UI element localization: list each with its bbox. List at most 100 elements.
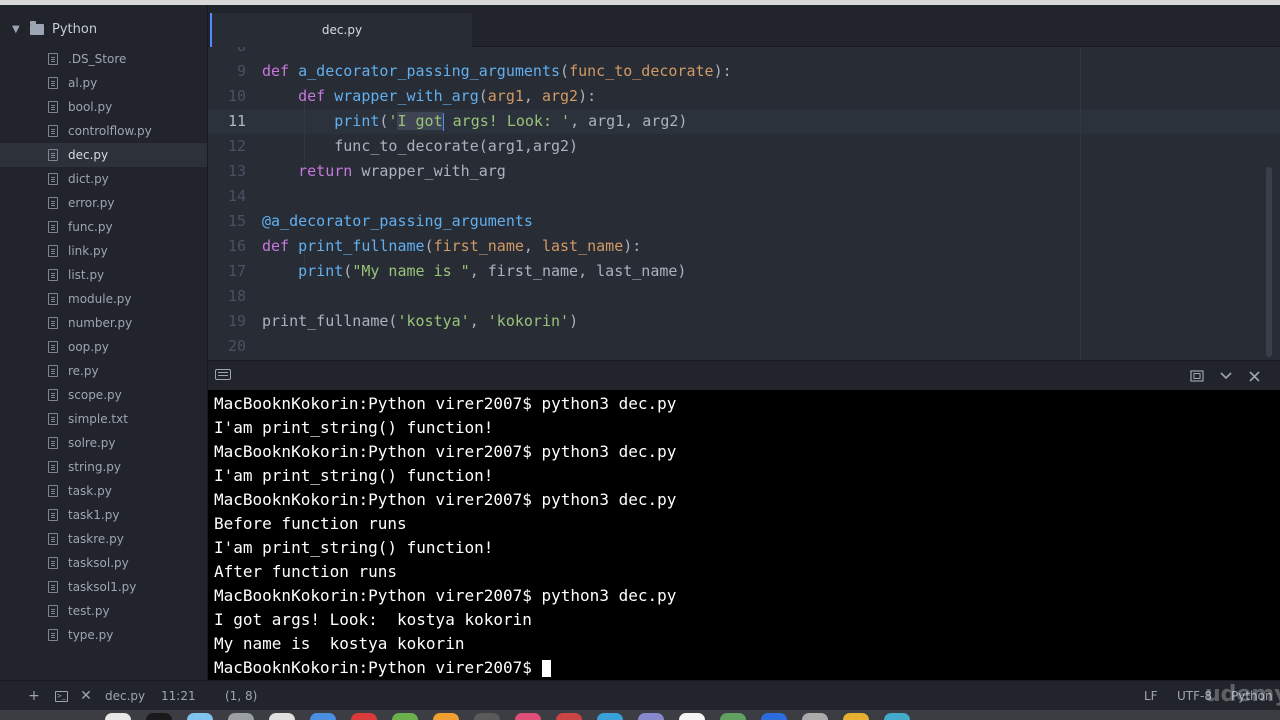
sidebar-file-item[interactable]: controlflow.py (0, 119, 207, 143)
sidebar-file-label: oop.py (68, 340, 109, 354)
terminal-line-text: MacBooknKokorin:Python virer2007$ python… (214, 394, 677, 413)
line-number: 18 (227, 287, 246, 305)
sidebar-file-item[interactable]: dict.py (0, 167, 207, 191)
tab-bar: dec.py (208, 5, 1280, 47)
file-icon (48, 581, 58, 593)
keyboard-icon[interactable] (215, 369, 231, 380)
file-icon (48, 317, 58, 329)
sidebar-file-item[interactable]: simple.txt (0, 407, 207, 431)
sidebar-file-item[interactable]: solre.py (0, 431, 207, 455)
sidebar-file-item[interactable]: task.py (0, 479, 207, 503)
sidebar-file-item[interactable]: taskre.py (0, 527, 207, 551)
dock-app-icon[interactable] (228, 713, 254, 720)
sidebar-file-label: number.py (68, 316, 133, 330)
dock-app-icon[interactable] (720, 713, 746, 720)
sidebar-file-item[interactable]: tasksol.py (0, 551, 207, 575)
tab-title: dec.py (321, 23, 363, 37)
dock-app-icon[interactable] (187, 713, 213, 720)
file-icon (48, 293, 58, 305)
dock-app-icon[interactable] (146, 713, 172, 720)
close-icon[interactable] (1245, 367, 1263, 385)
dock-app-icon[interactable] (105, 713, 131, 720)
editor-scrollbar[interactable] (1266, 167, 1272, 357)
terminal-line: MacBooknKokorin:Python virer2007$ python… (214, 392, 1280, 416)
sidebar-file-label: error.py (68, 196, 115, 210)
code-line-11: print('I got args! Look: ', arg1, arg2) (334, 112, 688, 131)
dock-app-icon[interactable] (310, 713, 336, 720)
dock-app-icon[interactable] (474, 713, 500, 720)
dock-app-icon[interactable] (433, 713, 459, 720)
terminal-line: I'am print_string() function! (214, 416, 1280, 440)
terminal-line: I got args! Look: kostya kokorin (214, 608, 1280, 632)
sidebar-file-item[interactable]: link.py (0, 239, 207, 263)
line-number: 15 (227, 212, 246, 230)
sidebar-file-item[interactable]: oop.py (0, 335, 207, 359)
dock-app-icon[interactable] (679, 713, 705, 720)
sidebar-file-item[interactable]: tasksol1.py (0, 575, 207, 599)
sidebar-file-item[interactable]: dec.py (0, 143, 207, 167)
tree-view: ▼ Python .DS_Store al.py bool.py controlflo… (0, 5, 208, 680)
sidebar-file-item[interactable]: string.py (0, 455, 207, 479)
sidebar-file-item[interactable]: .DS_Store (0, 47, 207, 71)
code-editor[interactable]: 8 9 10 11 12 13 14 15 16 17 18 19 20 def a_decorator… (208, 47, 1280, 360)
sidebar-file-item[interactable]: number.py (0, 311, 207, 335)
sidebar-file-item[interactable]: re.py (0, 359, 207, 383)
terminal-icon[interactable]: >_ (53, 687, 69, 705)
tab-dec-py[interactable]: dec.py (210, 13, 472, 47)
code-line-12: func_to_decorate(arg1,arg2) (262, 137, 579, 155)
sidebar-file-item[interactable]: list.py (0, 263, 207, 287)
terminal-line: I'am print_string() function! (214, 464, 1280, 488)
terminal-line-text: MacBooknKokorin:Python virer2007$ python… (214, 442, 677, 461)
dock-app-icon[interactable] (802, 713, 828, 720)
dock-app-icon[interactable] (597, 713, 623, 720)
dock-app-icon[interactable] (392, 713, 418, 720)
sidebar-file-item[interactable]: func.py (0, 215, 207, 239)
sidebar-file-item[interactable]: type.py (0, 623, 207, 647)
dock-app-icon[interactable] (884, 713, 910, 720)
line-number: 14 (227, 187, 246, 205)
dock-app-icon[interactable] (556, 713, 582, 720)
code-content: def a_decorator_passing_arguments(func_t… (262, 47, 732, 330)
code-line-15: @a_decorator_passing_arguments (262, 212, 533, 230)
dock-app-icon[interactable] (638, 713, 664, 720)
close-icon[interactable]: ✕ (78, 687, 94, 705)
wrap-guide (1080, 47, 1081, 360)
dock-app-icon[interactable] (843, 713, 869, 720)
dock-app-icon[interactable] (351, 713, 377, 720)
sidebar-file-item[interactable]: al.py (0, 71, 207, 95)
terminal-output[interactable]: MacBooknKokorin:Python virer2007$ python… (208, 390, 1280, 680)
sidebar-file-item[interactable]: bool.py (0, 95, 207, 119)
status-line-ending[interactable]: LF (1144, 681, 1158, 711)
maximize-icon[interactable] (1188, 367, 1206, 385)
sidebar-file-label: scope.py (68, 388, 122, 402)
dock-app-icon[interactable] (761, 713, 787, 720)
sidebar-file-item[interactable]: test.py (0, 599, 207, 623)
project-root-folder[interactable]: ▼ Python (12, 19, 97, 39)
status-file-name[interactable]: dec.py (105, 681, 145, 711)
sidebar-file-label: solre.py (68, 436, 116, 450)
sidebar-file-label: tasksol.py (68, 556, 129, 570)
sidebar-file-label: dict.py (68, 172, 109, 186)
terminal-line: MacBooknKokorin:Python virer2007$ (214, 656, 1280, 680)
sidebar-file-item[interactable]: error.py (0, 191, 207, 215)
udemy-watermark: udemy (1205, 682, 1280, 707)
file-icon (48, 149, 58, 161)
sidebar-file-item[interactable]: task1.py (0, 503, 207, 527)
status-cursor-position[interactable]: 11:21 (161, 681, 196, 711)
sidebar-file-label: list.py (68, 268, 105, 282)
sidebar-file-label: controlflow.py (68, 124, 152, 138)
dock-app-icon[interactable] (515, 713, 541, 720)
chevron-down-icon[interactable] (1217, 367, 1235, 385)
dock-app-icon[interactable] (269, 713, 295, 720)
sidebar-file-label: .DS_Store (68, 52, 127, 66)
file-icon (48, 557, 58, 569)
status-selection-count: (1, 8) (225, 689, 258, 703)
line-number: 9 (236, 62, 246, 80)
sidebar-file-label: taskre.py (68, 532, 124, 546)
sidebar-file-item[interactable]: scope.py (0, 383, 207, 407)
chevron-down-icon: ▼ (12, 23, 20, 35)
plus-icon[interactable]: + (26, 687, 42, 705)
sidebar-file-label: string.py (68, 460, 121, 474)
file-icon (48, 101, 58, 113)
sidebar-file-item[interactable]: module.py (0, 287, 207, 311)
